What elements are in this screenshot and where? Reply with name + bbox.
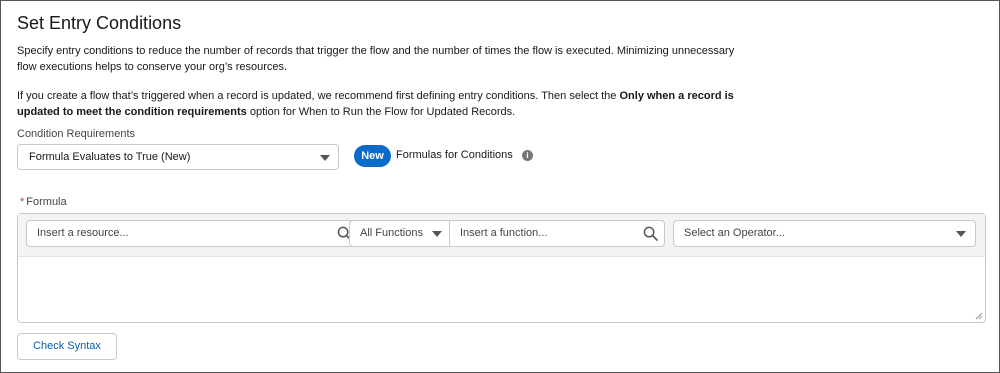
entry-conditions-panel: Set Entry Conditions Specify entry condi… [0,0,1000,373]
condition-requirements-label: Condition Requirements [17,128,136,140]
formula-label-text: Formula [26,196,67,208]
chevron-down-icon [956,231,966,237]
formula-label: * Formula [20,196,67,208]
insert-function-input[interactable]: Insert a function... [449,220,665,247]
formulas-for-conditions-text: Formulas for Conditions [396,149,513,161]
required-marker: * [20,196,25,208]
insert-resource-placeholder: Insert a resource... [37,227,129,239]
function-category-select[interactable]: All Functions [349,220,450,247]
chevron-down-icon [432,231,442,237]
formula-toolbar: Insert a resource... All Functions Inser… [18,214,985,257]
operator-placeholder: Select an Operator... [684,227,785,239]
new-badge: New [354,145,391,167]
condition-requirements-value: Formula Evaluates to True (New) [29,151,191,163]
recommendation-text-pre: If you create a flow that’s triggered wh… [17,90,620,102]
resize-handle-icon[interactable] [975,312,983,320]
chevron-down-icon [320,155,330,161]
insert-resource-input[interactable]: Insert a resource... [26,220,359,247]
recommendation-paragraph: If you create a flow that’s triggered wh… [17,88,737,120]
info-icon[interactable]: i [522,150,533,161]
page-title: Set Entry Conditions [17,13,182,33]
insert-function-placeholder: Insert a function... [460,227,548,239]
condition-requirements-select[interactable]: Formula Evaluates to True (New) [17,144,339,170]
formula-editor[interactable]: Insert a resource... All Functions Inser… [17,213,986,323]
function-category-value: All Functions [360,227,423,239]
check-syntax-button[interactable]: Check Syntax [17,333,117,360]
recommendation-text-post: option for When to Run the Flow for Upda… [246,106,516,118]
operator-select[interactable]: Select an Operator... [673,220,976,247]
search-icon[interactable] [643,226,658,241]
description-paragraph: Specify entry conditions to reduce the n… [17,45,735,73]
